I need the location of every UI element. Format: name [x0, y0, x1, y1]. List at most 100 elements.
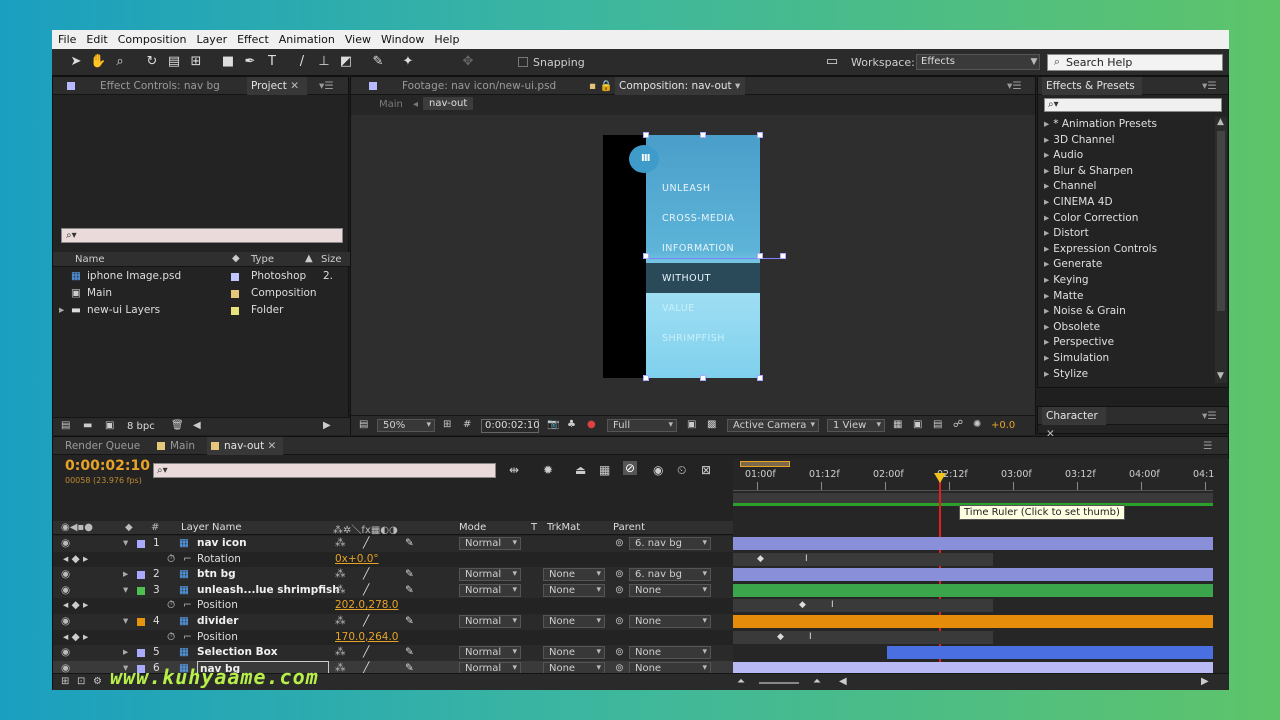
effects-category[interactable]: Audio — [1044, 148, 1083, 163]
project-item-iphone-image[interactable]: ▦ iphone Image.psd Photoshop 2. — [53, 268, 350, 285]
timeline-menu-icon[interactable]: ☰ — [1199, 437, 1212, 455]
tab-character[interactable]: Character ✕ — [1042, 407, 1106, 440]
motion-blur-icon[interactable]: ◉ — [653, 463, 663, 477]
comp-mini-flowchart-icon[interactable]: ⇹ — [509, 463, 519, 477]
property-value[interactable]: 202.0,278.0 — [335, 598, 398, 614]
shy-switch-icon[interactable]: ⁂ — [335, 614, 346, 630]
fast-previews-icon[interactable]: ▣ — [913, 419, 922, 430]
expand-in-out-icon[interactable]: ⚙ — [93, 676, 102, 687]
label-swatch[interactable] — [137, 586, 145, 595]
effects-category[interactable]: Stylize — [1044, 367, 1088, 382]
viewer-timecode[interactable]: 0:00:02:10 — [481, 419, 540, 433]
adjustment-switch-icon[interactable]: ✎ — [405, 567, 414, 583]
exposure-icon[interactable]: ✺ — [973, 419, 981, 430]
property-row[interactable]: ◂ ◆ ▸ ⏱ ⌐ Position 170.0,264.0 — [53, 629, 733, 646]
twirl-icon[interactable]: ▸ — [123, 567, 128, 583]
scroll-left-icon[interactable]: ◀ — [193, 420, 201, 431]
effects-category[interactable]: Simulation — [1044, 351, 1109, 366]
menu-view[interactable]: View — [345, 33, 371, 46]
transform-handle[interactable] — [643, 132, 649, 138]
twirl-icon[interactable]: ▸ — [123, 645, 128, 661]
toggle-pixel-aspect-icon[interactable]: ▦ — [893, 419, 902, 430]
blend-mode-select[interactable]: Normal — [459, 583, 521, 597]
project-item-new-ui-layers[interactable]: ▸ ▬ new-ui Layers Folder — [53, 302, 350, 319]
adjustment-switch-icon[interactable]: ✎ — [405, 536, 414, 552]
twirl-icon[interactable]: ▾ — [123, 583, 128, 599]
shy-switch-icon[interactable]: ⁂ — [335, 536, 346, 552]
camera-select[interactable]: Active Camera — [727, 419, 819, 432]
layer-duration-bar[interactable] — [733, 537, 1213, 550]
scroll-left-icon[interactable]: ◀ — [839, 676, 847, 687]
property-row[interactable]: ◂ ◆ ▸ ⏱ ⌐ Position 202.0,278.0 — [53, 598, 733, 614]
blend-mode-select[interactable]: Normal — [459, 568, 521, 582]
layer-duration-bar[interactable] — [887, 646, 1213, 660]
timeline-search-input[interactable]: ⌕▾ — [153, 463, 496, 478]
property-name[interactable]: Rotation — [197, 552, 241, 568]
work-area-bar[interactable] — [740, 461, 790, 467]
effects-menu-icon[interactable]: ▾☰ — [1198, 77, 1217, 95]
expand-transfer-controls-icon[interactable]: ⊡ — [77, 676, 85, 687]
layer-row[interactable]: ◉ ▸ 5 ▦ Selection Box ⁂ ╱ ✎ Normal None ⊚ None — [53, 645, 733, 661]
menu-window[interactable]: Window — [381, 33, 424, 46]
adjustment-switch-icon[interactable]: ✎ — [405, 645, 414, 661]
layer-row[interactable]: ◉ ▸ 2 ▦ btn bg ⁂ ╱ ✎ Normal None ⊚ 6. nav bg — [53, 567, 733, 583]
hand-tool-icon[interactable]: ✋ — [90, 54, 106, 70]
shy-switch-icon[interactable]: ⁂ — [335, 567, 346, 583]
viewer-menu-icon[interactable]: ▾☰ — [1003, 77, 1022, 95]
axis-mode-icon[interactable]: ✥ — [460, 54, 476, 70]
layer-name[interactable]: nav icon — [197, 536, 247, 552]
label-swatch[interactable] — [137, 571, 145, 580]
effects-category[interactable]: Obsolete — [1044, 320, 1100, 335]
column-layer-name[interactable]: Layer Name — [181, 522, 242, 533]
live-update-icon[interactable]: ✹ — [543, 463, 553, 477]
transparency-grid-icon[interactable]: ▩ — [707, 419, 716, 430]
eye-icon[interactable]: ◉ — [61, 536, 70, 552]
parent-select[interactable]: None — [629, 583, 711, 597]
effects-category[interactable]: Perspective — [1044, 335, 1114, 350]
time-ruler[interactable]: 01:00f 01:12f 02:00f 02:12f 03:00f 03:12f 04:0… — [733, 469, 1214, 491]
clone-stamp-tool-icon[interactable]: ⊥ — [316, 54, 332, 70]
transform-handle[interactable] — [643, 253, 649, 259]
pan-behind-tool-icon[interactable]: ⊞ — [188, 54, 204, 70]
transform-handle[interactable] — [700, 132, 706, 138]
keyframe-navigator-icon[interactable]: ◂ ◆ ▸ — [63, 552, 88, 568]
always-preview-icon[interactable]: ▤ — [359, 419, 368, 430]
tab-effects-presets[interactable]: Effects & Presets ✕ — [1042, 77, 1142, 110]
property-value[interactable]: 170.0,264.0 — [335, 630, 398, 646]
keyframe-navigator-icon[interactable]: ◂ ◆ ▸ — [63, 630, 88, 646]
workspace-select[interactable]: Effects — [916, 54, 1040, 70]
twirl-icon[interactable]: ▾ — [123, 536, 128, 552]
tab-project[interactable]: Project ✕ — [247, 77, 307, 95]
search-help-input[interactable]: Search Help — [1047, 54, 1223, 71]
track-matte-select[interactable]: None — [543, 646, 605, 660]
column-mode[interactable]: Mode — [459, 522, 486, 533]
panel-menu-icon[interactable]: ▾☰ — [315, 77, 334, 95]
effects-category[interactable]: * Animation Presets — [1044, 117, 1157, 132]
twirl-icon[interactable]: ▾ — [123, 614, 128, 630]
adjustment-switch-icon[interactable]: ✎ — [405, 583, 414, 599]
pick-whip-icon[interactable]: ⊚ — [615, 614, 624, 630]
scroll-right-icon[interactable]: ▶ — [323, 420, 331, 431]
trash-icon[interactable]: 🗑 — [171, 420, 184, 431]
effects-category[interactable]: Noise & Grain — [1044, 304, 1125, 319]
eye-icon[interactable]: ◉ — [61, 567, 70, 583]
keyframe-icon[interactable]: ◆ — [757, 554, 764, 564]
layer-name[interactable]: unleash...lue shrimpfish — [197, 583, 340, 599]
breadcrumb-nav-out[interactable]: nav-out — [423, 97, 474, 110]
comp-lock-icon[interactable]: ▪ 🔒 — [585, 77, 613, 95]
track-matte-select[interactable]: None — [543, 583, 605, 597]
resolution-select[interactable]: Full — [607, 419, 677, 432]
tab-main[interactable]: Main — [153, 437, 195, 455]
column-name[interactable]: Name — [75, 254, 105, 265]
effects-category[interactable]: Keying — [1044, 273, 1088, 288]
interpret-footage-icon[interactable]: ▤ — [61, 420, 70, 431]
blend-mode-select[interactable]: Normal — [459, 537, 521, 550]
quality-switch-icon[interactable]: ╱ — [363, 583, 369, 599]
effects-scrollbar[interactable]: ▲ ▼ — [1215, 117, 1227, 383]
frame-blending-icon[interactable]: ⊘ — [623, 461, 638, 475]
keyframe-icon[interactable]: I — [831, 601, 834, 610]
menu-layer[interactable]: Layer — [196, 33, 227, 46]
effects-category[interactable]: Matte — [1044, 289, 1083, 304]
target-region-icon[interactable]: ▣ — [687, 419, 696, 430]
graph-editor-icon[interactable]: ⊠ — [701, 463, 711, 477]
